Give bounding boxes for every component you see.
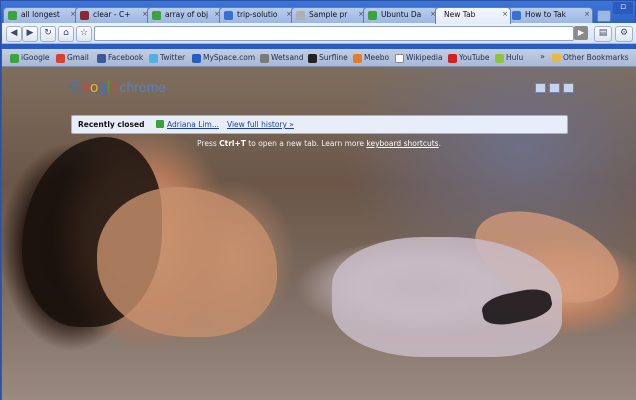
address-bar[interactable] xyxy=(94,26,574,41)
favicon-icon xyxy=(8,11,17,20)
recently-closed-bar: Recently closed Adriana Lim... View full… xyxy=(71,115,568,134)
bookmark-item[interactable]: Hulu xyxy=(495,53,523,64)
browser-window: all longest × clear - C+ × array of obj … xyxy=(0,0,636,400)
favicon-icon xyxy=(512,11,521,20)
favicon-icon xyxy=(260,54,269,63)
favicon-icon xyxy=(149,54,158,63)
tab-strip: all longest × clear - C+ × array of obj … xyxy=(3,7,635,24)
other-bookmarks-button[interactable]: Other Bookmarks xyxy=(552,53,629,62)
page-menu-icon[interactable]: ▤ xyxy=(594,26,612,42)
tab-label: Sample pr xyxy=(309,10,348,19)
grid-view-icon[interactable] xyxy=(535,83,546,93)
bookmark-item[interactable]: iGoogle xyxy=(10,53,50,64)
shortcut-hint: Press Ctrl+T to open a new tab. Learn mo… xyxy=(197,139,441,148)
favicon-icon xyxy=(80,11,89,20)
star-icon[interactable]: ☆ xyxy=(76,26,92,42)
back-button[interactable]: ◀ xyxy=(6,26,22,42)
toolbar: ◀ ▶ ↻ ⌂ ☆ ▶ ▤ ⚙ xyxy=(2,23,636,44)
favicon-icon xyxy=(10,54,19,63)
reload-button[interactable]: ↻ xyxy=(40,26,56,42)
new-tab-button[interactable] xyxy=(597,10,611,22)
favicon-icon xyxy=(224,11,233,20)
chrome-logo: Googlechrome xyxy=(70,79,167,96)
favicon-icon xyxy=(192,54,201,63)
forward-button[interactable]: ▶ xyxy=(22,26,38,42)
tab-label: array of obj xyxy=(165,10,209,19)
bookmark-item[interactable]: YouTube xyxy=(448,53,490,64)
list-view-icon[interactable] xyxy=(549,83,560,93)
home-button[interactable]: ⌂ xyxy=(58,26,74,42)
hide-icon[interactable] xyxy=(563,83,574,93)
favicon-icon xyxy=(495,54,504,63)
tab[interactable]: Ubuntu Da × xyxy=(363,7,439,23)
more-bookmarks-icon[interactable]: » xyxy=(540,52,545,61)
tab-label: Ubuntu Da xyxy=(381,10,422,19)
favicon-icon xyxy=(296,11,305,20)
favicon-icon xyxy=(156,120,164,128)
new-tab-page: Googlechrome Recently closed Adriana Lim… xyxy=(2,67,636,400)
tab[interactable]: all longest × xyxy=(3,7,79,23)
view-full-history-link[interactable]: View full history » xyxy=(227,120,294,129)
favicon-icon xyxy=(97,54,106,63)
bookmark-item[interactable]: MySpace.com xyxy=(192,53,255,64)
favicon-icon xyxy=(152,11,161,20)
tab-label: clear - C+ xyxy=(93,10,131,19)
favicon-icon xyxy=(353,54,362,63)
tab-new-tab[interactable]: New Tab × xyxy=(435,7,511,24)
favicon-icon xyxy=(56,54,65,63)
bookmark-item[interactable]: Facebook xyxy=(97,53,143,64)
favicon-icon xyxy=(395,54,404,63)
bookmark-item[interactable]: Twitter xyxy=(149,53,185,64)
wrench-icon[interactable]: ⚙ xyxy=(615,26,633,42)
bookmark-item[interactable]: Wetsand xyxy=(260,53,304,64)
bookmark-item[interactable]: Meebo xyxy=(353,53,389,64)
tab[interactable]: array of obj × xyxy=(147,7,223,23)
keyboard-shortcuts-link[interactable]: keyboard shortcuts xyxy=(366,139,438,148)
bookmark-item[interactable]: Wikipedia xyxy=(395,53,443,64)
tab[interactable]: How to Tak × xyxy=(507,7,593,23)
favicon-icon xyxy=(308,54,317,63)
favicon-icon xyxy=(368,11,377,20)
go-button[interactable]: ▶ xyxy=(574,26,588,40)
tab[interactable]: Sample pr × xyxy=(291,7,367,23)
recently-closed-label: Recently closed xyxy=(78,120,145,129)
tab[interactable]: trip-solutio × xyxy=(219,7,295,23)
close-icon[interactable]: × xyxy=(502,10,508,18)
close-icon[interactable]: × xyxy=(584,10,590,18)
tab[interactable]: clear - C+ × xyxy=(75,7,151,23)
favicon-icon xyxy=(448,54,457,63)
tab-label: all longest xyxy=(21,10,60,19)
bookmark-item[interactable]: Gmail xyxy=(56,53,89,64)
bookmarks-bar: iGoogle Gmail Facebook Twitter MySpace.c… xyxy=(2,49,636,67)
tab-label: New Tab xyxy=(444,10,476,19)
recently-closed-item[interactable]: Adriana Lim... xyxy=(156,120,219,129)
layout-toggle-group xyxy=(532,83,574,95)
tab-label: How to Tak xyxy=(525,10,566,19)
window-control-icon[interactable]: ▫ xyxy=(613,2,633,14)
folder-icon xyxy=(552,54,561,62)
bookmark-item[interactable]: Surfline xyxy=(308,53,348,64)
tab-label: trip-solutio xyxy=(237,10,278,19)
